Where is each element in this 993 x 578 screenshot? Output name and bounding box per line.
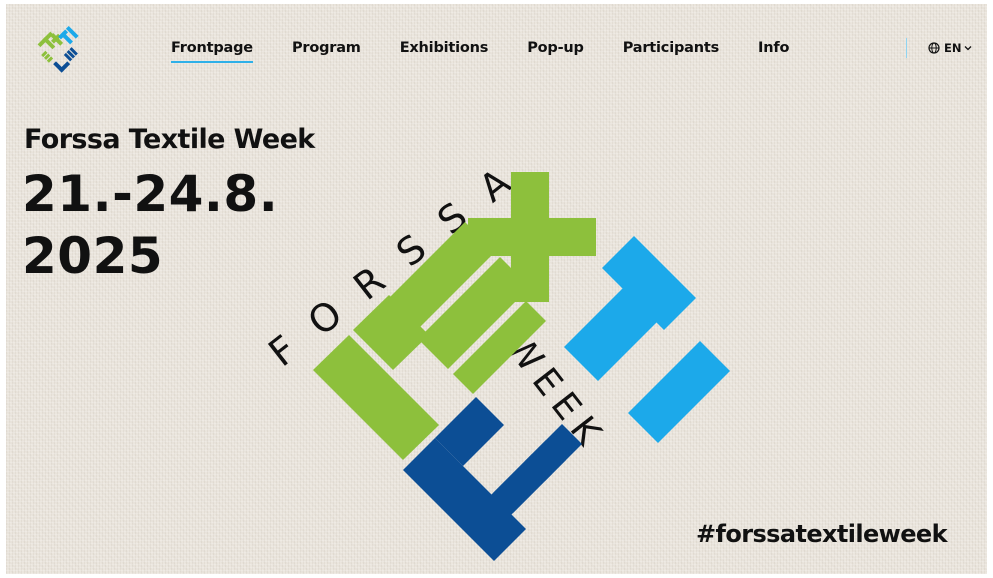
main-nav: Frontpage Program Exhibitions Pop-up Par… [171, 40, 828, 63]
nav-divider [906, 38, 907, 58]
forssa-textile-week-logo-large: FORSSA WEEK [260, 143, 730, 561]
nav-exhibitions[interactable]: Exhibitions [400, 40, 489, 62]
light-blue-bar [628, 341, 730, 443]
nav-frontpage[interactable]: Frontpage [171, 40, 253, 63]
nav-participants[interactable]: Participants [623, 40, 719, 62]
nav-info[interactable]: Info [758, 40, 789, 62]
nav-program[interactable]: Program [292, 40, 361, 62]
chevron-down-icon [964, 45, 972, 51]
hero-date: 21.-24.8. [22, 165, 279, 223]
hero-year: 2025 [22, 227, 164, 285]
light-blue-t [564, 236, 696, 381]
hashtag: #forssatextileweek [696, 520, 948, 548]
language-label: EN [944, 41, 962, 55]
language-selector[interactable]: EN [928, 41, 972, 55]
globe-icon [928, 42, 940, 54]
forssa-textile-week-logo-small[interactable] [24, 16, 88, 84]
nav-popup[interactable]: Pop-up [527, 40, 584, 62]
page: Frontpage Program Exhibitions Pop-up Par… [6, 4, 987, 574]
top-navigation: Frontpage Program Exhibitions Pop-up Par… [6, 4, 987, 92]
